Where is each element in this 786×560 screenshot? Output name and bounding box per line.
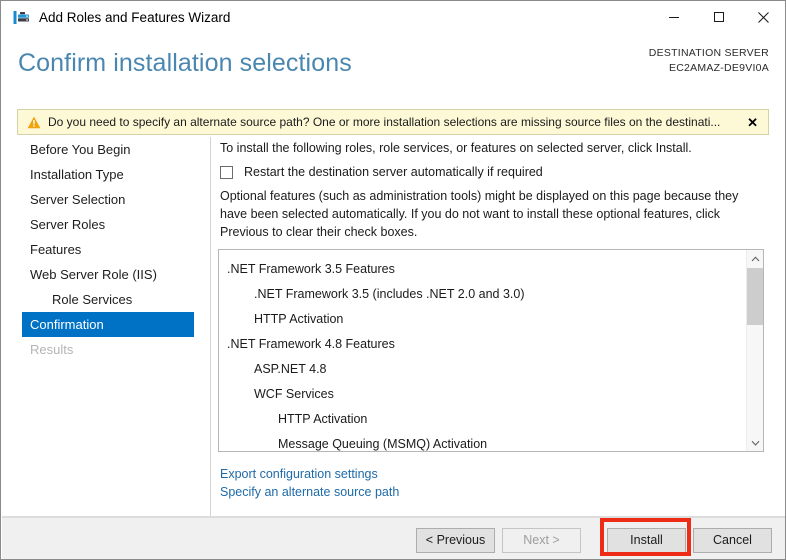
sidebar-item-label: Role Services	[52, 292, 133, 307]
list-item: .NET Framework 3.5 (includes .NET 2.0 an…	[254, 287, 525, 301]
close-icon[interactable]	[741, 1, 785, 33]
sidebar-item-label: Confirmation	[30, 317, 104, 332]
listbox-scrollbar[interactable]	[746, 250, 763, 451]
destination-server-label: DESTINATION SERVER	[648, 47, 769, 59]
wizard-footer: < Previous Next > Install Cancel	[2, 517, 785, 559]
restart-checkbox-label: Restart the destination server automatic…	[244, 165, 543, 179]
selected-features-list: .NET Framework 3.5 Features .NET Framewo…	[219, 250, 745, 451]
specify-alternate-source-path-link[interactable]: Specify an alternate source path	[220, 483, 399, 501]
warning-close-icon[interactable]: ✕	[747, 116, 758, 129]
add-roles-features-wizard-window: Add Roles and Features Wizard Confirm in…	[0, 0, 786, 560]
sidebar-item-label: Web Server Role (IIS)	[30, 267, 157, 282]
sidebar-item-server-selection[interactable]: Server Selection	[2, 187, 210, 212]
install-button[interactable]: Install	[607, 528, 686, 553]
window-title: Add Roles and Features Wizard	[39, 10, 231, 25]
page-title: Confirm installation selections	[18, 49, 352, 77]
sidebar-item-label: Results	[30, 342, 74, 357]
selected-features-listbox[interactable]: .NET Framework 3.5 Features .NET Framewo…	[218, 249, 764, 452]
title-bar: Add Roles and Features Wizard	[1, 1, 785, 37]
list-item: .NET Framework 3.5 Features	[227, 262, 395, 276]
list-item: Message Queuing (MSMQ) Activation	[278, 437, 488, 451]
sidebar-item-results: Results	[2, 337, 210, 362]
sidebar-item-role-services[interactable]: Role Services	[2, 287, 210, 312]
list-item: ASP.NET 4.8	[254, 362, 327, 376]
restart-checkbox[interactable]	[220, 165, 233, 179]
list-item: .NET Framework 4.8 Features	[227, 337, 395, 351]
chevron-up-icon[interactable]	[747, 250, 763, 267]
sidebar-item-label: Installation Type	[30, 167, 124, 182]
sidebar-item-label: Server Roles	[30, 217, 106, 232]
intro-instruction-text: To install the following roles, role ser…	[220, 141, 692, 155]
warning-triangle-icon	[27, 116, 41, 129]
list-item: WCF Services	[254, 387, 334, 401]
sidebar-item-web-server-role-iis[interactable]: Web Server Role (IIS)	[2, 262, 210, 287]
sidebar-item-confirmation[interactable]: Confirmation	[22, 312, 194, 337]
server-wizard-icon	[13, 10, 31, 27]
list-item: HTTP Activation	[254, 312, 344, 326]
restart-checkbox-row[interactable]: Restart the destination server automatic…	[220, 165, 543, 179]
sidebar-item-label: Before You Begin	[30, 142, 131, 157]
cancel-button[interactable]: Cancel	[693, 528, 772, 553]
minimize-icon[interactable]	[651, 1, 696, 33]
chevron-down-icon[interactable]	[747, 434, 763, 451]
previous-button[interactable]: < Previous	[416, 528, 495, 553]
optional-features-note: Optional features (such as administratio…	[220, 189, 739, 239]
list-item: HTTP Activation	[278, 412, 368, 426]
sidebar-item-label: Server Selection	[30, 192, 126, 207]
destination-server-block: DESTINATION SERVER EC2AMAZ-DE9VI0A	[649, 46, 769, 76]
destination-server-name: EC2AMAZ-DE9VI0A	[668, 62, 769, 74]
scrollbar-thumb[interactable]	[747, 268, 763, 325]
sidebar-item-before-you-begin[interactable]: Before You Begin	[2, 137, 210, 162]
sidebar-item-installation-type[interactable]: Installation Type	[2, 162, 210, 187]
sidebar-item-features[interactable]: Features	[2, 237, 210, 262]
warning-message: Do you need to specify an alternate sour…	[48, 115, 721, 129]
wizard-links: Export configuration settings Specify an…	[220, 465, 399, 501]
wizard-nav-sidebar: Before You Begin Installation Type Serve…	[2, 137, 210, 515]
main-content-pane: To install the following roles, role ser…	[211, 137, 785, 515]
sidebar-item-server-roles[interactable]: Server Roles	[2, 212, 210, 237]
export-configuration-settings-link[interactable]: Export configuration settings	[220, 465, 399, 483]
next-button: Next >	[502, 528, 581, 553]
sidebar-item-label: Features	[30, 242, 82, 257]
page-header: Confirm installation selections DESTINAT…	[1, 37, 785, 99]
maximize-icon[interactable]	[696, 1, 741, 33]
warning-banner: Do you need to specify an alternate sour…	[17, 109, 769, 135]
